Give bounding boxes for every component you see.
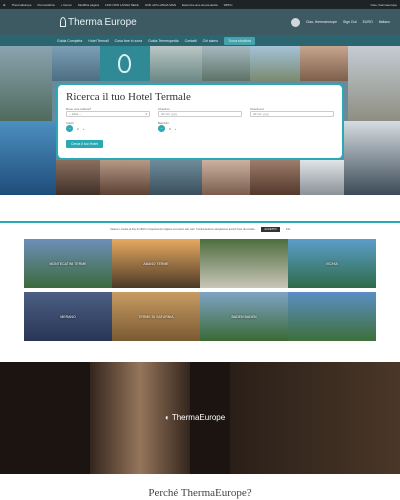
photo-tile [52, 46, 100, 81]
cookie-accept-button[interactable]: ACCETTO [261, 226, 280, 232]
adults-stepper[interactable]: − 2 + [66, 125, 150, 132]
adults-value: 2 [77, 126, 79, 131]
destination-label: ISCHIA [326, 261, 338, 266]
photo-tile [100, 160, 150, 195]
admin-item-7[interactable]: WPFC [224, 3, 233, 7]
site-logo[interactable]: Therma Europe [60, 17, 137, 28]
nav-item-termeopedia[interactable]: Guida Termeopedia [148, 39, 178, 43]
cookie-banner: Usiamo i cookie al fine di offrirti un'e… [0, 225, 400, 233]
destination-card[interactable]: MONTECATINI TERME [24, 239, 112, 288]
destination-card[interactable]: MERANO [24, 292, 112, 341]
admin-item-4[interactable]: LINK NON LANGA NELE [105, 3, 139, 7]
site-header: Therma Europe Ciao, thermaeurope Sign Ou… [0, 9, 400, 35]
admin-item-1[interactable]: Personalizza [38, 3, 55, 7]
logo-text-a: Therma [68, 16, 103, 28]
admin-item-6[interactable]: Esauri-la-una-nuova-lascia [182, 3, 218, 7]
checkin-value: dd mm yyyy [161, 112, 178, 116]
main-nav: Guida Completa Hotel Termali Cosa fare i… [0, 35, 400, 46]
hero-banner: ◐ ThermaEurope [0, 362, 400, 474]
checkin-input[interactable]: dd mm yyyy [158, 111, 242, 117]
search-title: Ricerca il tuo Hotel Termale [66, 91, 191, 103]
water-drop-icon [118, 54, 131, 73]
photo-tile [202, 46, 250, 81]
minus-icon[interactable]: − [158, 125, 165, 132]
destination-label: ABANO TERME [143, 261, 169, 266]
photo-tile [0, 46, 52, 121]
destination-label: MONTECATINI TERME [49, 261, 87, 266]
photo-tile [344, 121, 400, 195]
header-user[interactable]: Ciao, thermaeurope [306, 20, 337, 24]
photo-tile [250, 46, 300, 81]
destination-card[interactable]: BADEN BADEN [200, 292, 288, 341]
checkout-value: dd mm yyyy [253, 112, 270, 116]
logo-text-b: Europe [104, 16, 137, 28]
destination-label: BADEN BADEN [231, 314, 257, 319]
photo-tile [250, 160, 300, 195]
nav-item-cosa-fare[interactable]: Cosa fare in zona [115, 39, 142, 43]
photo-tile [300, 160, 344, 195]
destination-card[interactable]: ISCHIA [288, 239, 376, 288]
language-select[interactable]: Italiano [379, 20, 390, 24]
why-section: Perché ThermaEurope? [0, 474, 400, 500]
why-heading: Perché ThermaEurope? [148, 487, 252, 499]
therma-logo-icon [60, 17, 66, 27]
plus-icon[interactable]: + [83, 127, 85, 131]
minus-icon[interactable]: − [66, 125, 73, 132]
photo-tile [100, 46, 150, 81]
avatar[interactable] [291, 17, 301, 27]
signout-link[interactable]: Sign Out [343, 20, 357, 24]
photo-tile [348, 46, 400, 121]
photo-tile [300, 46, 348, 81]
cookie-text: Usiamo i cookie al fine di offrirti un'e… [109, 227, 256, 231]
chevron-down-icon: ▾ [145, 112, 147, 116]
photo-tile [150, 160, 202, 195]
wordpress-icon[interactable]: ⊕ [3, 3, 6, 7]
children-stepper[interactable]: − 0 + [158, 125, 242, 132]
admin-greeting[interactable]: Ciao, thermaeurope [370, 3, 397, 7]
destination-card[interactable] [288, 292, 376, 341]
section-divider [0, 221, 400, 223]
hero-logo: ◐ ThermaEurope [165, 413, 225, 422]
destination-label: MERANO [60, 314, 76, 319]
nav-item-guida[interactable]: Guida Completa [57, 39, 82, 43]
destination-value: -- Italia -- [69, 112, 81, 116]
checkout-input[interactable]: dd mm yyyy [250, 111, 334, 117]
photo-tile [150, 46, 202, 81]
plus-icon[interactable]: + [175, 127, 177, 131]
admin-item-2[interactable]: + Nuovo [61, 3, 72, 7]
admin-item-0[interactable]: ThermaEurope [12, 3, 32, 7]
nav-item-trova[interactable]: Trova struttura [224, 36, 255, 45]
therma-logo-icon: ◐ [165, 413, 170, 422]
nav-item-contatti[interactable]: Contatti [185, 39, 197, 43]
destination-card[interactable] [200, 239, 288, 288]
admin-item-5[interactable]: LINK with LANGA MGS [145, 3, 176, 7]
photo-tile [0, 121, 56, 195]
nav-item-hotel[interactable]: Hotel Termali [88, 39, 108, 43]
cookie-info-link[interactable]: Info [286, 228, 290, 231]
hotel-search-panel: Ricerca il tuo Hotel Termale Dove vuoi a… [56, 83, 344, 160]
children-value: 0 [169, 126, 171, 131]
hero-logo-text: ThermaEurope [171, 413, 226, 422]
admin-item-3[interactable]: Modifica pagina [78, 3, 99, 7]
nav-item-chi-siamo[interactable]: Chi siamo [203, 39, 219, 43]
hero-shade [230, 362, 400, 474]
search-hotel-button[interactable]: Cerca il tuo Hotel [66, 140, 103, 148]
photo-tile [202, 160, 250, 195]
destination-card[interactable]: TERME DI SATURNIA [112, 292, 200, 341]
destination-card[interactable]: ABANO TERME [112, 239, 200, 288]
destination-select[interactable]: -- Italia -- ▾ [66, 111, 150, 117]
destination-label: TERME DI SATURNIA [138, 314, 174, 319]
currency-select[interactable]: EURO [363, 20, 373, 24]
photo-tile [56, 160, 100, 195]
admin-bar: ⊕ ThermaEurope Personalizza + Nuovo Modi… [0, 0, 400, 9]
